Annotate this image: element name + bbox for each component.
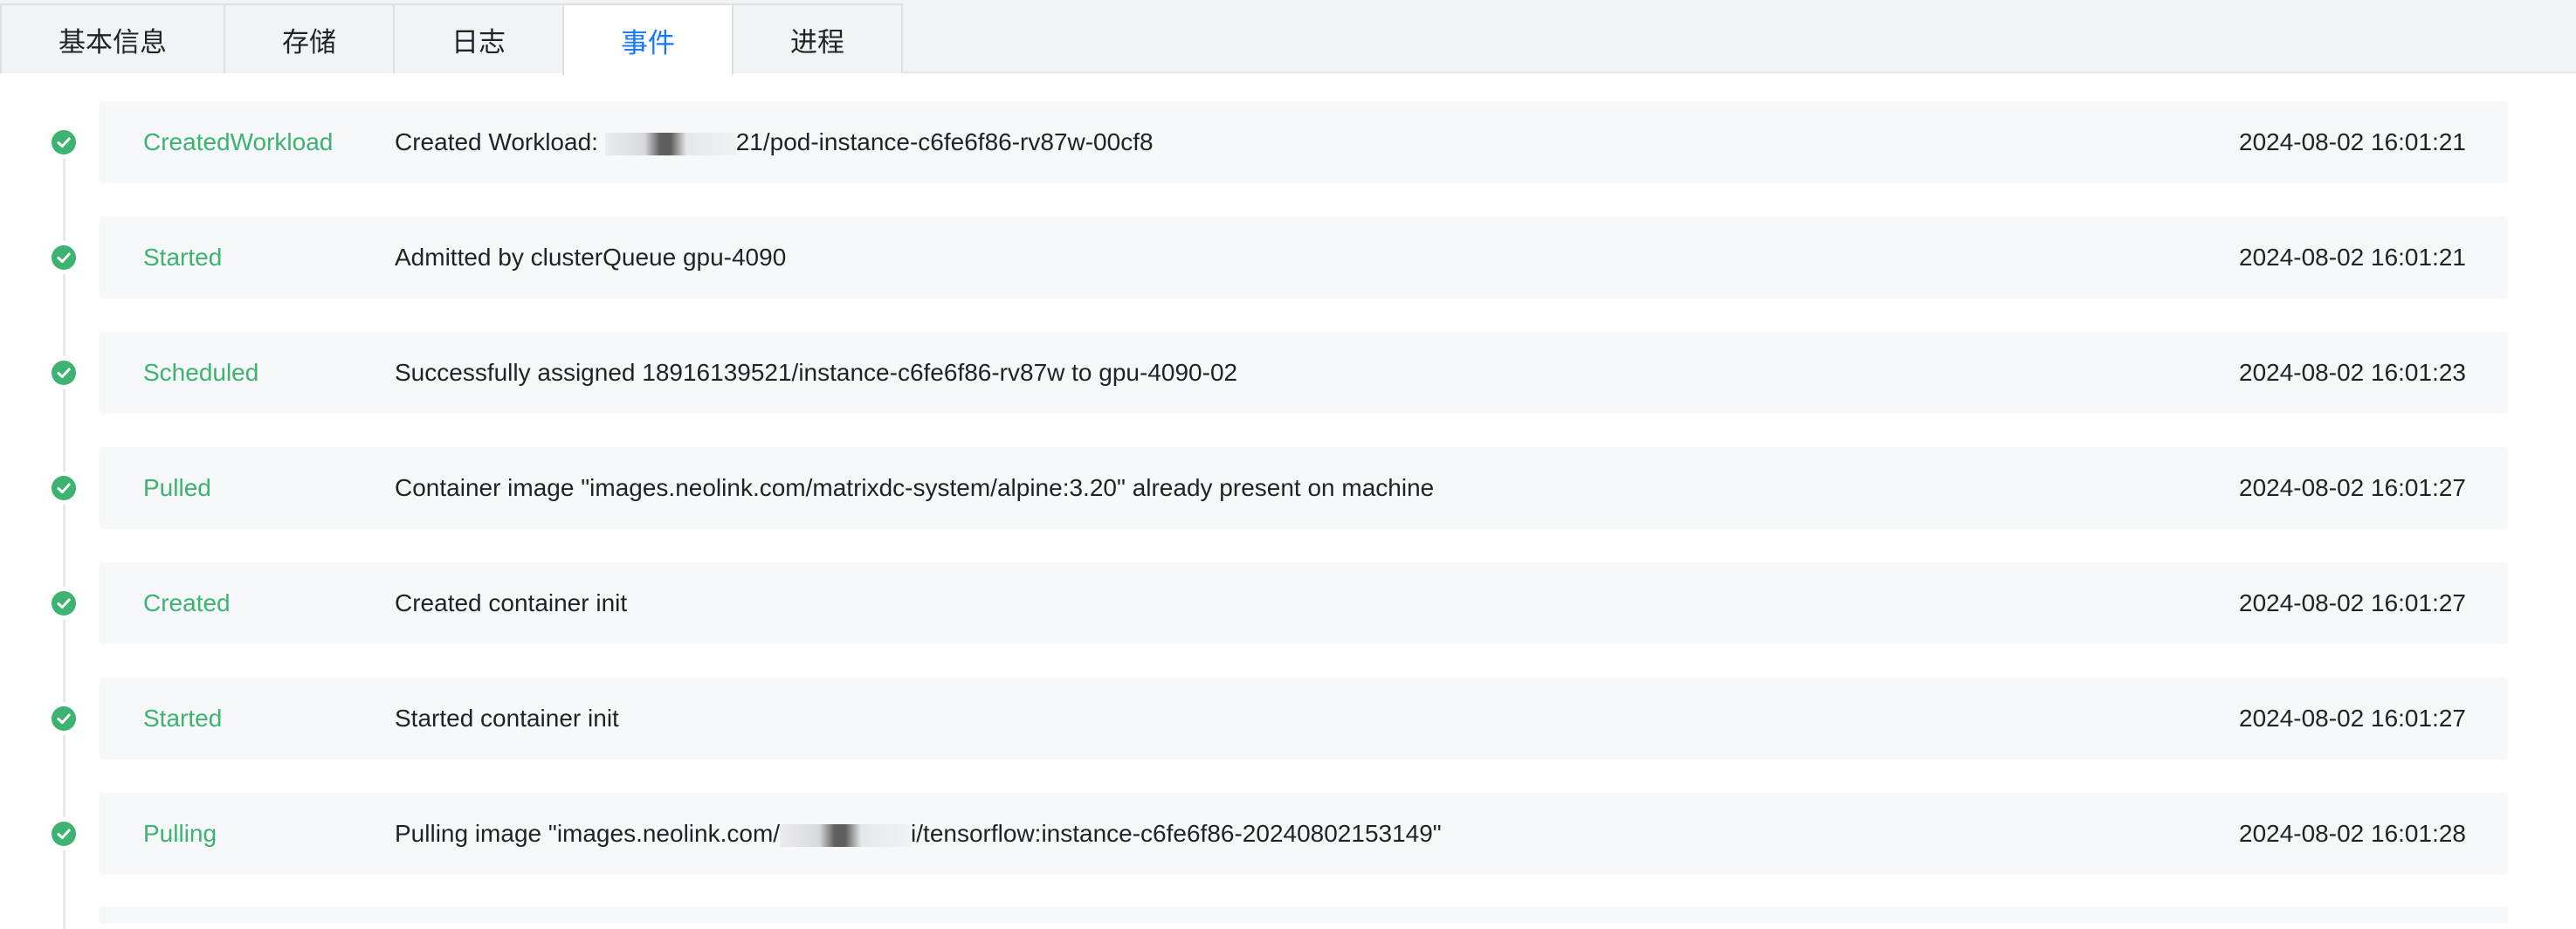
event-message: Admitted by clusterQueue gpu-4090 (395, 244, 787, 271)
event-message: Container image "images.neolink.com/matr… (395, 474, 1435, 501)
event-card: Scheduled Successfully assigned 18916139… (100, 332, 2508, 414)
event-item: Started Started container init 2024-08-0… (0, 678, 2576, 760)
redacted-text (604, 132, 736, 155)
check-circle-icon (52, 822, 76, 846)
event-reason: Started (143, 244, 223, 271)
event-card: Pulled Container image "images.neolink.c… (100, 447, 2508, 529)
event-reason: Pulling (143, 820, 217, 847)
check-circle-icon (52, 591, 76, 616)
tab-events[interactable]: 事件 (562, 3, 734, 75)
event-item: Created Created container init 2024-08-0… (0, 562, 2576, 644)
tab-basic-info[interactable]: 基本信息 (0, 3, 225, 73)
event-card: Started Admitted by clusterQueue gpu-409… (100, 217, 2508, 299)
event-card: Created Created container init 2024-08-0… (100, 562, 2508, 644)
event-reason: CreatedWorkload (143, 128, 334, 155)
event-message: Created Workload: 21/pod-instance-c6fe6f… (395, 101, 1154, 183)
event-item: Scheduled Successfully assigned 18916139… (0, 332, 2576, 414)
check-circle-icon (52, 706, 76, 731)
event-card: Pulling Pulling image "images.neolink.co… (100, 793, 2508, 875)
event-item: Pulled Container image "images.neolink.c… (0, 447, 2576, 529)
event-reason: Pulled (143, 474, 211, 501)
event-message-text: i/tensorflow:instance-c6fe6f86-202408021… (911, 820, 1442, 847)
event-time: 2024-08-02 16:01:23 (2239, 359, 2466, 386)
event-time: 2024-08-02 16:01:21 (2239, 128, 2466, 155)
event-message-text: 21/pod-instance-c6fe6f86-rv87w-00cf8 (735, 128, 1154, 155)
event-time: 2024-08-02 16:01:28 (2239, 820, 2466, 847)
event-timeline: CreatedWorkload Created Workload: 21/pod… (0, 73, 2576, 929)
event-message-prefix: Pulling image "images.neolink.com/ (395, 820, 781, 847)
tab-logs[interactable]: 日志 (393, 3, 564, 73)
event-card-partial (100, 906, 2508, 924)
tab-processes[interactable]: 进程 (732, 3, 903, 73)
check-circle-icon (52, 130, 76, 155)
tab-bar: 基本信息 存储 日志 事件 进程 (0, 0, 2576, 75)
event-message: Successfully assigned 18916139521/instan… (395, 359, 1238, 386)
check-circle-icon (52, 245, 76, 270)
check-circle-icon (52, 361, 76, 385)
tab-storage[interactable]: 存储 (224, 3, 395, 73)
event-message: Pulling image "images.neolink.com/i/tens… (395, 793, 1442, 875)
event-card: CreatedWorkload Created Workload: 21/pod… (100, 101, 2508, 183)
event-item: Pulling Pulling image "images.neolink.co… (0, 793, 2576, 875)
event-time: 2024-08-02 16:01:21 (2239, 244, 2466, 271)
redacted-text (780, 823, 912, 847)
event-message-prefix: Created Workload: (395, 128, 605, 155)
event-reason: Scheduled (143, 359, 259, 386)
event-reason: Created (143, 589, 231, 616)
event-reason: Started (143, 705, 223, 732)
event-time: 2024-08-02 16:01:27 (2239, 474, 2466, 501)
event-item: CreatedWorkload Created Workload: 21/pod… (0, 101, 2576, 183)
event-card: Started Started container init 2024-08-0… (100, 678, 2508, 760)
event-time: 2024-08-02 16:01:27 (2239, 705, 2466, 732)
event-time: 2024-08-02 16:01:27 (2239, 589, 2466, 616)
event-item: Started Admitted by clusterQueue gpu-409… (0, 217, 2576, 299)
event-message: Started container init (395, 705, 619, 732)
check-circle-icon (52, 476, 76, 500)
event-message: Created container init (395, 589, 628, 616)
